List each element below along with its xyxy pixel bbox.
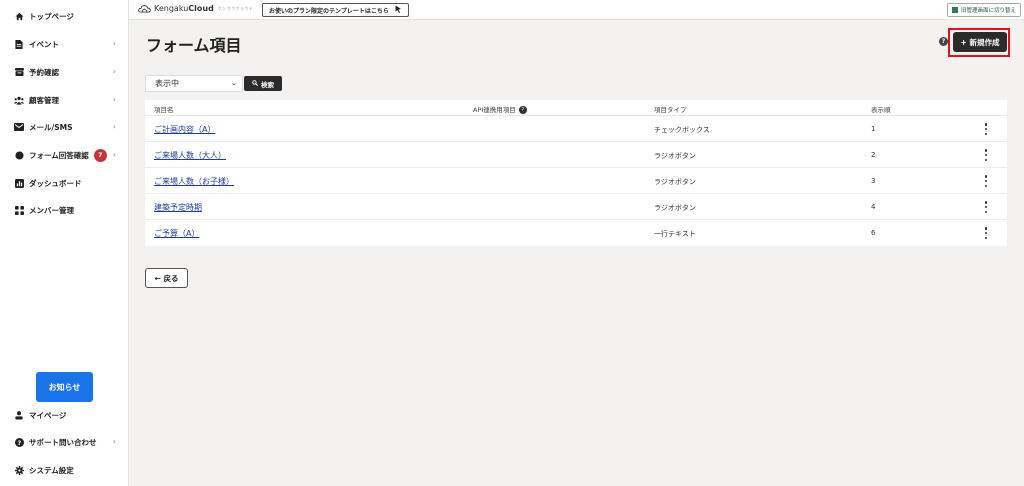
item-type: チェックボックス <box>654 126 710 134</box>
chevron-right-icon: › <box>112 122 116 131</box>
sidebar-item-label: 顧客管理 <box>29 95 59 105</box>
switch-old-admin-label: 旧管理画面に切り替え <box>960 8 1016 14</box>
inbox-icon <box>14 67 24 77</box>
column-header-api: API連携用項目? <box>473 104 527 114</box>
chevron-right-icon: › <box>112 95 116 104</box>
table-row: 建築予定時期 ラジオボタン 4 <box>145 194 1007 220</box>
help-icon[interactable]: ? <box>939 37 948 46</box>
sidebar-item-reservations[interactable]: 予約確認 › <box>0 62 129 82</box>
chat-bubble-icon <box>14 150 24 160</box>
back-button[interactable]: ← 戻る <box>145 268 188 288</box>
home-icon <box>14 11 24 21</box>
display-filter-value: 表示中 <box>155 79 179 88</box>
sidebar-item-label: イベント <box>29 39 59 49</box>
table-row: ご予算（A） 一行テキスト 6 <box>145 220 1007 246</box>
chevron-down-icon: ⌄ <box>231 79 237 87</box>
sidebar-item-dashboard[interactable]: ダッシュボード <box>0 173 129 193</box>
gear-icon <box>14 465 24 475</box>
column-header-api-label: API連携用項目 <box>473 106 516 114</box>
sidebar-item-label: トップページ <box>29 11 74 21</box>
bar-chart-icon <box>14 178 24 188</box>
sidebar-item-label: サポート問い合わせ <box>29 437 97 447</box>
plan-template-link[interactable]: お使いのプラン限定のテンプレートはこちら <box>262 3 409 17</box>
sidebar-item-my-page[interactable]: マイページ <box>0 405 129 425</box>
more-options-icon[interactable] <box>983 122 989 136</box>
notification-badge: 7 <box>93 148 107 162</box>
sidebar-item-system-settings[interactable]: システム設定 <box>0 460 129 480</box>
users-icon <box>14 95 24 105</box>
item-order: 6 <box>871 229 876 237</box>
sidebar-item-label: メール/SMS <box>29 122 73 132</box>
display-filter-select[interactable]: 表示中 ⌄ <box>145 75 243 92</box>
item-type: ラジオボタン <box>654 152 696 160</box>
grid-icon <box>14 205 24 215</box>
page-title: フォーム項目 <box>146 36 242 55</box>
sidebar-item-label: 予約確認 <box>29 67 59 77</box>
item-type: 一行テキスト <box>654 230 696 238</box>
logo-tagline: ケンガククラウド <box>217 5 254 11</box>
sidebar-item-form-responses[interactable]: フォーム回答確認 7 › <box>0 145 129 165</box>
column-header-order: 表示順 <box>871 106 891 114</box>
chevron-right-icon: › <box>112 437 116 446</box>
item-name-link[interactable]: ご予算（A） <box>154 228 199 239</box>
kengaku-cloud-logo[interactable]: Kengaku Cloud ケンガククラウド <box>138 4 254 13</box>
form-items-table: 項目名 API連携用項目? 項目タイプ 表示順 ご計画内容（A） チェックボック… <box>145 100 1007 246</box>
logo-text-light: Kengaku <box>154 4 189 13</box>
sidebar-item-event[interactable]: イベント › <box>0 34 129 54</box>
sidebar-item-label: メンバー管理 <box>29 205 74 215</box>
column-header-name: 項目名 <box>154 106 174 114</box>
help-icon[interactable]: ? <box>518 106 527 114</box>
sidebar-item-label: ダッシュボード <box>29 178 82 188</box>
notice-button[interactable]: お知らせ <box>36 372 93 402</box>
envelope-icon <box>14 122 24 132</box>
sidebar-item-customers[interactable]: 顧客管理 › <box>0 90 129 110</box>
column-header-type: 項目タイプ <box>654 106 687 114</box>
item-order: 3 <box>871 177 876 185</box>
item-type: ラジオボタン <box>654 204 696 212</box>
top-bar: Kengaku Cloud ケンガククラウド お使いのプラン限定のテンプレートはこ… <box>129 0 1024 20</box>
table-header: 項目名 API連携用項目? 項目タイプ 表示順 <box>145 100 1007 116</box>
item-order: 1 <box>871 125 876 133</box>
plan-template-label: お使いのプラン限定のテンプレートはこちら <box>269 7 389 15</box>
cursor-pointer-icon <box>395 5 402 15</box>
user-icon <box>14 410 24 420</box>
search-button[interactable]: 検索 <box>244 76 282 91</box>
more-options-icon[interactable] <box>983 174 989 188</box>
chevron-right-icon: › <box>112 150 116 159</box>
sidebar-item-support[interactable]: ? サポート問い合わせ › <box>0 432 129 452</box>
item-name-link[interactable]: 建築予定時期 <box>154 202 202 213</box>
sidebar-item-label: システム設定 <box>29 465 74 475</box>
switch-old-admin-button[interactable]: 旧管理画面に切り替え <box>946 3 1021 17</box>
new-create-button[interactable]: + 新規作成 <box>953 32 1007 52</box>
table-row: ご計画内容（A） チェックボックス 1 <box>145 116 1007 142</box>
search-icon <box>252 79 258 88</box>
chevron-right-icon: › <box>112 39 116 48</box>
more-options-icon[interactable] <box>983 200 989 214</box>
admin-switch-icon <box>951 7 958 13</box>
cloud-logo-icon <box>138 4 151 13</box>
table-row: ご来場人数（大人） ラジオボタン 2 <box>145 142 1007 168</box>
item-name-link[interactable]: ご来場人数（お子様） <box>154 176 234 187</box>
svg-text:?: ? <box>17 439 21 446</box>
sidebar-item-label: フォーム回答確認 <box>29 150 89 160</box>
help-circle-icon: ? <box>14 437 24 447</box>
chevron-right-icon: › <box>112 67 116 76</box>
sidebar: トップページ イベント › 予約確認 › 顧客管理 › メール/SMS › フォ… <box>0 0 129 486</box>
item-name-link[interactable]: ご計画内容（A） <box>154 124 215 135</box>
more-options-icon[interactable] <box>983 226 989 240</box>
document-icon <box>14 39 24 49</box>
item-type: ラジオボタン <box>654 178 696 186</box>
sidebar-item-top-page[interactable]: トップページ <box>0 6 129 26</box>
more-options-icon[interactable] <box>983 148 989 162</box>
table-row: ご来場人数（お子様） ラジオボタン 3 <box>145 168 1007 194</box>
sidebar-item-members[interactable]: メンバー管理 <box>0 200 129 220</box>
item-order: 2 <box>871 151 876 159</box>
item-order: 4 <box>871 203 876 211</box>
item-name-link[interactable]: ご来場人数（大人） <box>154 150 226 161</box>
sidebar-item-mail-sms[interactable]: メール/SMS › <box>0 117 129 137</box>
search-label: 検索 <box>261 80 274 89</box>
sidebar-item-label: マイページ <box>29 410 67 420</box>
logo-text-bold: Cloud <box>188 4 214 13</box>
